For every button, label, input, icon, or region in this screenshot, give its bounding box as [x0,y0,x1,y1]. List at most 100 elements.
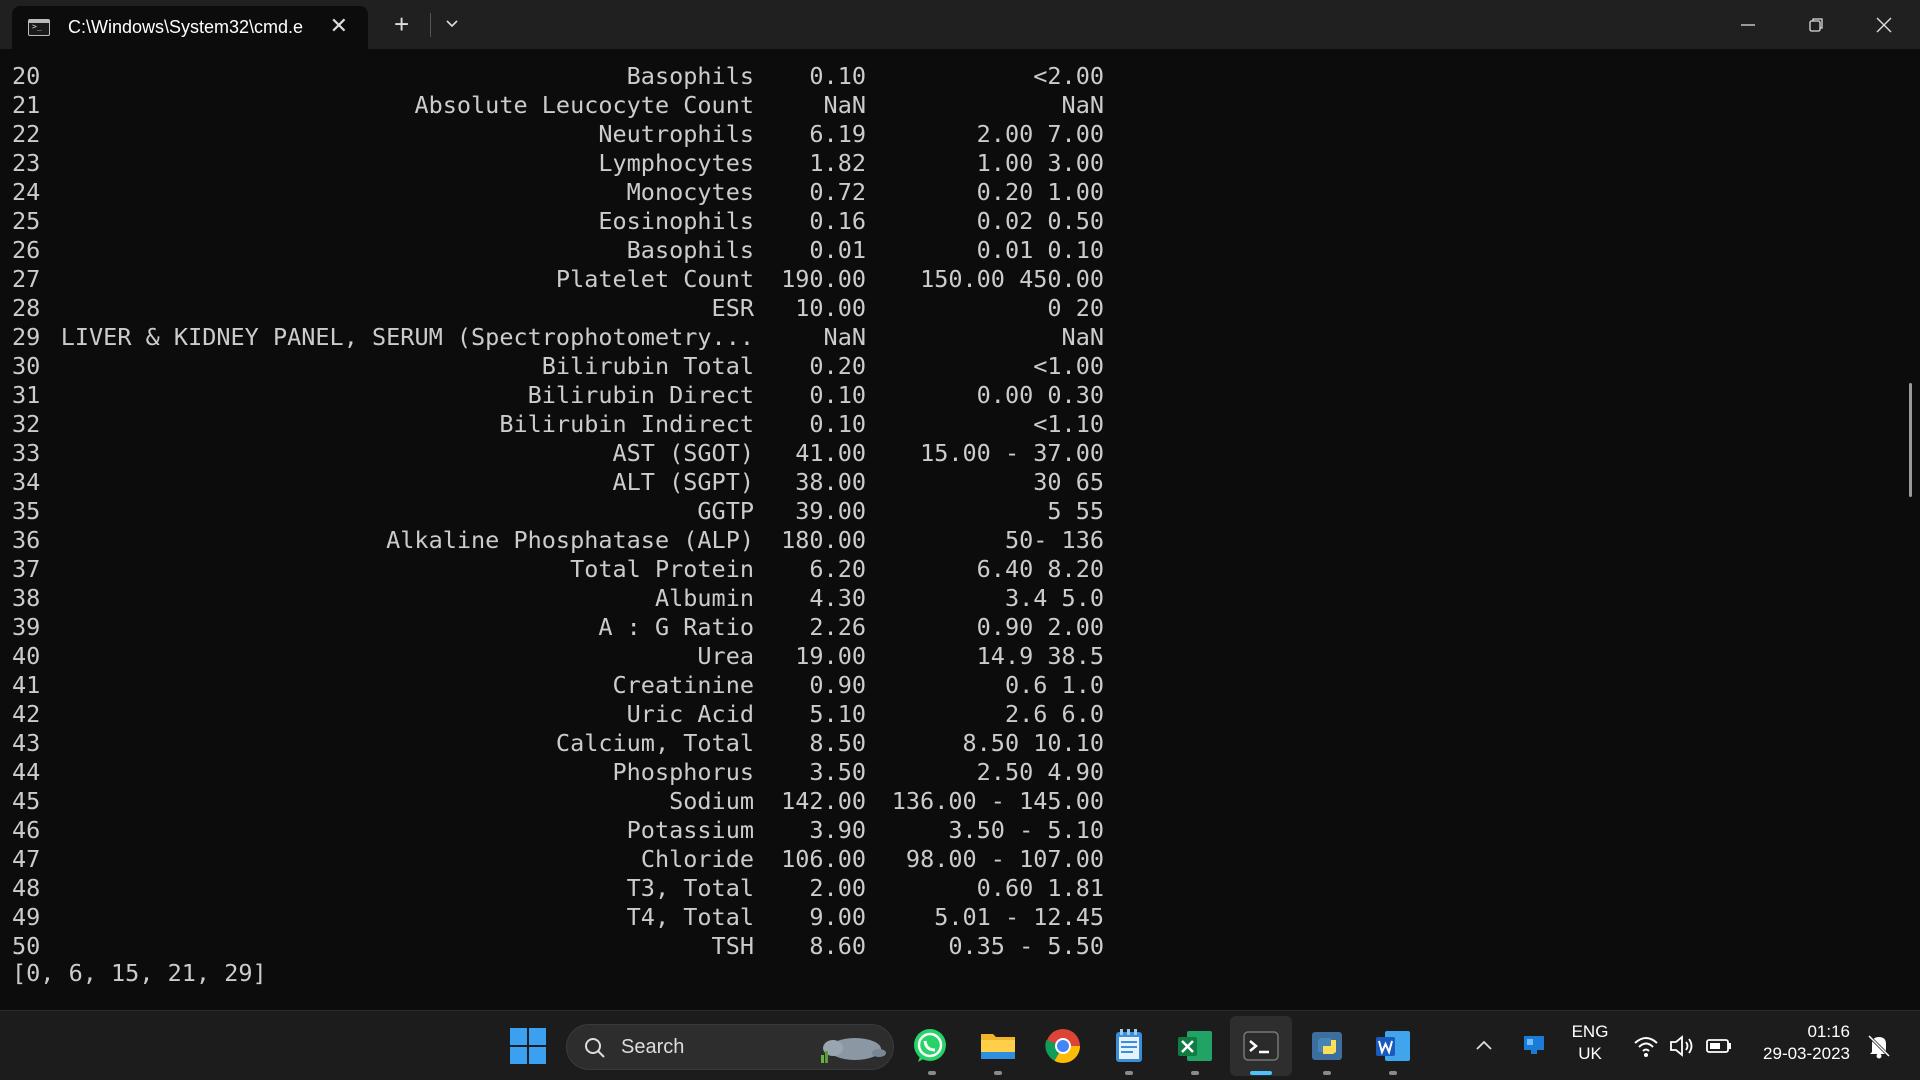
row-index: 41 [12,671,41,699]
python-icon[interactable] [1307,1026,1347,1066]
table-row: 34 ALT (SGPT) 38.00 30 65 [0,468,1150,497]
row-index: 31 [12,381,41,409]
app-indicator-active [1250,1071,1272,1075]
row-range: 30 65 [1033,468,1104,496]
row-index: 35 [12,497,41,525]
row-range: 136.00 - 145.00 [891,787,1104,815]
table-row: 31 Bilirubin Direct 0.10 0.00 0.30 [0,381,1150,410]
row-value: 2.26 [809,613,866,641]
search-input[interactable]: Search [566,1024,894,1070]
row-name: Neutrophils [598,120,754,148]
scrollbar-thumb[interactable] [1909,383,1912,497]
row-index: 27 [12,265,41,293]
row-index: 37 [12,555,41,583]
row-value: 19.00 [795,642,866,670]
chevron-up-icon[interactable] [1472,1033,1496,1057]
row-index: 39 [12,613,41,641]
volume-icon[interactable] [1668,1033,1696,1059]
row-index: 40 [12,642,41,670]
table-row: 24 Monocytes 0.72 0.20 1.00 [0,178,1150,207]
language-indicator[interactable]: ENG UK [1566,1022,1614,1064]
terminal-output[interactable]: 50 TSH 8.60 0.35 - 5.50 49 T4, Total 9.00 5.01 … [0,49,1920,1010]
row-name: Total Protein [570,555,754,583]
notification-bell-icon[interactable] [1864,1031,1894,1061]
row-value: 3.50 [809,758,866,786]
defender-icon[interactable] [1520,1031,1548,1059]
close-button[interactable] [1850,0,1918,49]
file-explorer-icon[interactable] [978,1026,1018,1066]
clock[interactable]: 01:16 29-03-2023 [1750,1022,1850,1064]
restore-button[interactable] [1782,0,1850,49]
new-tab-button[interactable]: + [394,9,409,39]
app-indicator [928,1071,936,1075]
chevron-down-icon[interactable] [440,13,464,35]
row-name: Monocytes [626,178,754,206]
row-name: TSH [711,932,754,960]
chrome-icon[interactable] [1043,1026,1083,1066]
row-name: ALT (SGPT) [612,468,754,496]
row-value: 41.00 [795,439,866,467]
table-row: 23 Lymphocytes 1.82 1.00 3.00 [0,149,1150,178]
row-index: 38 [12,584,41,612]
close-icon [1876,17,1892,33]
row-range: 15.00 - 37.00 [920,439,1104,467]
table-row: 38 Albumin 4.30 3.4 5.0 [0,584,1150,613]
battery-icon[interactable] [1705,1035,1733,1057]
manatee-icon [821,1038,886,1063]
row-range: 1.00 3.00 [976,149,1104,177]
row-value: 0.01 [809,236,866,264]
row-range: 3.4 5.0 [1004,584,1104,612]
clock-date: 29-03-2023 [1763,1044,1850,1063]
row-range: 3.50 - 5.10 [948,816,1104,844]
table-row: 50 TSH 8.60 0.35 - 5.50 [0,932,1150,961]
row-range: 2.50 4.90 [976,758,1104,786]
row-name: Albumin [654,584,754,612]
row-value: 4.30 [809,584,866,612]
tab-cmd[interactable]: C:\Windows\System32\cmd.e ✕ [12,6,368,49]
row-range: NaN [1061,91,1104,119]
terminal-icon[interactable] [1241,1026,1281,1066]
row-name: Chloride [640,845,754,873]
wifi-icon[interactable] [1632,1033,1660,1059]
row-index: 26 [12,236,41,264]
table-row: 41 Creatinine 0.90 0.6 1.0 [0,671,1150,700]
row-range: 98.00 - 107.00 [905,845,1104,873]
row-index: 33 [12,439,41,467]
word-icon[interactable] [1373,1026,1413,1066]
keyboard-layout: UK [1578,1044,1602,1063]
row-name: ESR [711,294,754,322]
row-index: 34 [12,468,41,496]
row-index: 44 [12,758,41,786]
whatsapp-icon[interactable] [910,1026,950,1066]
row-range: 2.00 7.00 [976,120,1104,148]
row-value: 5.10 [809,700,866,728]
row-range: <2.00 [1033,62,1104,90]
row-value: 1.82 [809,149,866,177]
row-name: Eosinophils [598,207,754,235]
row-value: 106.00 [781,845,866,873]
row-value: 6.19 [809,120,866,148]
table-row: 20 Basophils 0.10 <2.00 [0,62,1150,91]
table-row: 49 T4, Total 9.00 5.01 - 12.45 [0,903,1150,932]
row-value: 8.60 [809,932,866,960]
table-row: 30 Bilirubin Total 0.20 <1.00 [0,352,1150,381]
minimize-button[interactable] [1714,0,1782,49]
table-row: 32 Bilirubin Indirect 0.10 <1.10 [0,410,1150,439]
tab-title: C:\Windows\System32\cmd.e [68,17,304,37]
notepad-icon[interactable] [1109,1026,1149,1066]
windows-start-icon[interactable] [508,1026,548,1066]
row-range: 0.90 2.00 [976,613,1104,641]
row-index: 43 [12,729,41,757]
table-row: 33 AST (SGOT) 41.00 15.00 - 37.00 [0,439,1150,468]
tab-close-icon[interactable]: ✕ [330,15,348,37]
row-index: 47 [12,845,41,873]
table-row: 28 ESR 10.00 0 20 [0,294,1150,323]
row-index: 20 [12,62,41,90]
row-range: 6.40 8.20 [976,555,1104,583]
row-range: 0.02 0.50 [976,207,1104,235]
row-value: 0.10 [809,381,866,409]
row-value: 39.00 [795,497,866,525]
row-name: Platelet Count [555,265,754,293]
search-icon [585,1038,605,1058]
excel-icon[interactable] [1175,1026,1215,1066]
